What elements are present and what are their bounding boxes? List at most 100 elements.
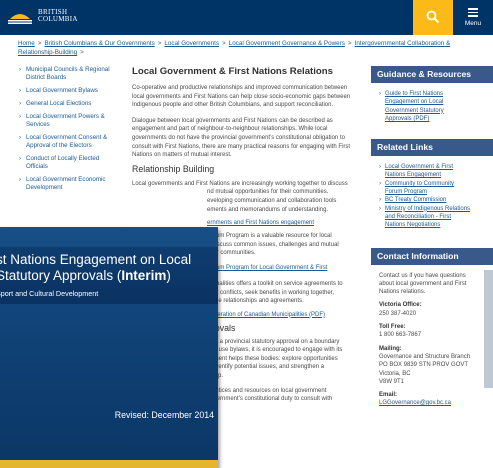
link-text: Forum Program xyxy=(385,189,428,196)
breadcrumb-separator: > xyxy=(222,40,226,47)
nav-item-label: Development xyxy=(26,184,63,191)
breadcrumb-home[interactable]: Home xyxy=(18,40,35,47)
toll-free-phone: 1 800 663-7867 xyxy=(379,332,422,339)
relationship-line: Local governments and First Nations are … xyxy=(132,180,348,187)
breadcrumb-separator: > xyxy=(80,49,84,56)
breadcrumb-intergovernmental[interactable]: Intergovernmental Collaboration & xyxy=(355,40,451,47)
dialogue-line: consult with First Nations, there are ma… xyxy=(132,143,351,150)
right-sidebar: Guidance & Resources › Guide to First Nat… xyxy=(371,66,493,414)
logo-wordmark: BRITISH COLUMBIA xyxy=(38,9,124,25)
dialogue-line: Dialogue between local governments and F… xyxy=(132,117,333,124)
link-text: Government Statutory xyxy=(385,107,444,114)
nav-item-powers-cont[interactable]: Services xyxy=(19,121,119,129)
breadcrumb-separator: > xyxy=(37,40,42,47)
breadcrumb: Home > British Columbians & Our Government… xyxy=(18,39,490,57)
breadcrumb-british-columbians[interactable]: British Columbians & Our Governments xyxy=(44,40,154,47)
nav-item-economic-cont[interactable]: Development xyxy=(19,184,119,192)
cover-title-line-2: Statutory Approvals (Interim) xyxy=(0,268,218,284)
related-link-ministry-cont[interactable]: Nations Negotiations xyxy=(379,221,487,229)
cover-title-interim: Interim xyxy=(121,268,167,283)
cover-ministry-subtitle: Sport and Cultural Development xyxy=(0,289,99,298)
contact-body: Contact us if you have questions about l… xyxy=(371,265,493,414)
link-text: Approvals (PDF) xyxy=(385,115,430,122)
nav-item-consent-cont[interactable]: Approval of the Electors xyxy=(19,142,119,150)
nav-item-conduct[interactable]: › Conduct of Locally Elected xyxy=(19,155,119,163)
relationship-line: ements and memorandums of understanding. xyxy=(207,206,329,213)
cover-title-part: Statutory Approvals ( xyxy=(0,268,122,283)
link-text: Nations Engagement xyxy=(385,172,442,179)
related-link-c2c-forum[interactable]: › Community to Community xyxy=(379,180,487,188)
nav-bullet: › xyxy=(19,176,22,183)
nav-item-label: Local Government Bylaws xyxy=(26,87,98,94)
related-link-engagement[interactable]: › Local Government & First xyxy=(379,163,487,171)
dialogue-line: governments do not have the provincial g… xyxy=(132,134,345,141)
breadcrumb-relationship-building[interactable]: Relationship-Building xyxy=(18,49,77,56)
related-link-engagement-cont[interactable]: Nations Engagement xyxy=(379,171,487,179)
guide-first-nations-link-cont[interactable]: Government Statutory xyxy=(379,107,487,115)
cover-revised-date: Revised: December 2014 xyxy=(114,410,214,420)
relationship-line: eveloping communication and collaboratio… xyxy=(207,197,337,204)
nav-item-municipal-councils-cont[interactable]: District Boards xyxy=(19,74,119,82)
link-text: and Reconciliation - First xyxy=(385,213,452,220)
related-link-c2c-forum-cont[interactable]: Forum Program xyxy=(379,188,487,196)
logo-line-2: COLUMBIA xyxy=(38,15,78,23)
guidance-body: › Guide to First Nations Engagement on Lo… xyxy=(371,83,493,129)
cover-title-part: ) xyxy=(166,268,171,283)
nav-item-powers[interactable]: › Local Government Powers & xyxy=(19,113,119,121)
nav-bullet: › xyxy=(19,113,22,120)
victoria-phone: 250 387-4020 xyxy=(379,310,417,317)
nav-item-label: Services xyxy=(26,121,50,128)
related-link-ministry[interactable]: › Ministry of Indigenous Relations xyxy=(379,205,487,213)
nav-item-economic[interactable]: › Local Government Economic xyxy=(19,176,119,184)
mailing-line: Governance and Structure Branch xyxy=(379,353,471,360)
nav-item-label: Officials xyxy=(26,163,48,170)
mailing-line: V8W 9T1 xyxy=(379,378,405,385)
mailing-label: Mailing: xyxy=(379,345,402,352)
nav-item-municipal-councils[interactable]: › Municipal Councils & Regional xyxy=(19,66,119,74)
nav-bullet: › xyxy=(19,100,22,107)
guide-first-nations-link[interactable]: › Guide to First Nations xyxy=(379,90,487,98)
intro-line: local governments and First Nations can … xyxy=(132,93,351,100)
nav-item-consent[interactable]: › Local Government Consent & xyxy=(19,134,119,142)
breadcrumb-governance-powers[interactable]: Local Government Governance & Powers xyxy=(229,40,345,47)
site-header: BRITISH COLUMBIA Menu xyxy=(0,0,493,35)
intro-line: Co-operative and productive relationship… xyxy=(132,85,348,91)
engagement-link[interactable]: ernments and First Nations engagement xyxy=(132,219,365,227)
guide-first-nations-link-cont[interactable]: Approvals (PDF) xyxy=(379,115,487,123)
cover-gold-bar xyxy=(0,460,218,468)
guide-first-nations-link-cont[interactable]: Engagement on Local xyxy=(379,98,487,106)
nav-item-label: Conduct of Locally Elected xyxy=(26,155,100,162)
breadcrumb-separator: > xyxy=(157,40,162,47)
contact-intro: Nations relations. xyxy=(379,289,426,296)
guidance-header: Guidance & Resources xyxy=(371,66,493,83)
toll-free-label: Toll Free: xyxy=(379,324,406,331)
nav-item-elections[interactable]: › General Local Elections xyxy=(19,100,119,108)
search-button[interactable] xyxy=(413,0,453,35)
cover-title-line-1: st Nations Engagement on Local xyxy=(0,252,192,267)
nav-item-label: General Local Elections xyxy=(26,100,92,107)
link-text: Community to Community xyxy=(385,180,455,187)
menu-button[interactable]: Menu xyxy=(453,0,493,35)
related-link-ministry-cont[interactable]: and Reconciliation - First xyxy=(379,213,487,221)
nav-item-label: Local Government Powers & xyxy=(26,113,105,120)
mailing-line: Victoria, BC xyxy=(379,370,411,377)
page: { "header": { "logo_line1": "BRITISH", "… xyxy=(0,0,493,468)
related-link-treaty-commission[interactable]: › BC Treaty Commission xyxy=(379,196,487,204)
nav-item-conduct-cont[interactable]: Officials xyxy=(19,163,119,171)
link-bullet: › xyxy=(379,205,381,212)
dialogue-line: Nations on matters of mutual interest. xyxy=(132,152,232,159)
related-links-body: › Local Government & First Nations Engage… xyxy=(371,156,493,235)
page-title: Local Government & First Nations Relatio… xyxy=(132,66,333,77)
nav-item-label: Local Government Economic xyxy=(26,176,106,183)
bc-logo[interactable]: BRITISH COLUMBIA xyxy=(8,7,128,27)
related-links-header: Related Links xyxy=(371,139,493,157)
email-link[interactable]: LGGovernance@gov.bc.ca xyxy=(379,399,487,407)
hamburger-icon xyxy=(468,8,478,17)
link-text: BC Treaty Commission xyxy=(385,197,447,204)
breadcrumb-local-governments[interactable]: Local Governments xyxy=(164,40,219,47)
link-bullet: › xyxy=(379,180,381,187)
contact-intro: about local government and First xyxy=(379,280,467,287)
breadcrumb-separator: > xyxy=(347,40,352,47)
nav-item-label: Approval of the Electors xyxy=(26,142,92,149)
nav-item-bylaws[interactable]: › Local Government Bylaws xyxy=(19,87,119,95)
